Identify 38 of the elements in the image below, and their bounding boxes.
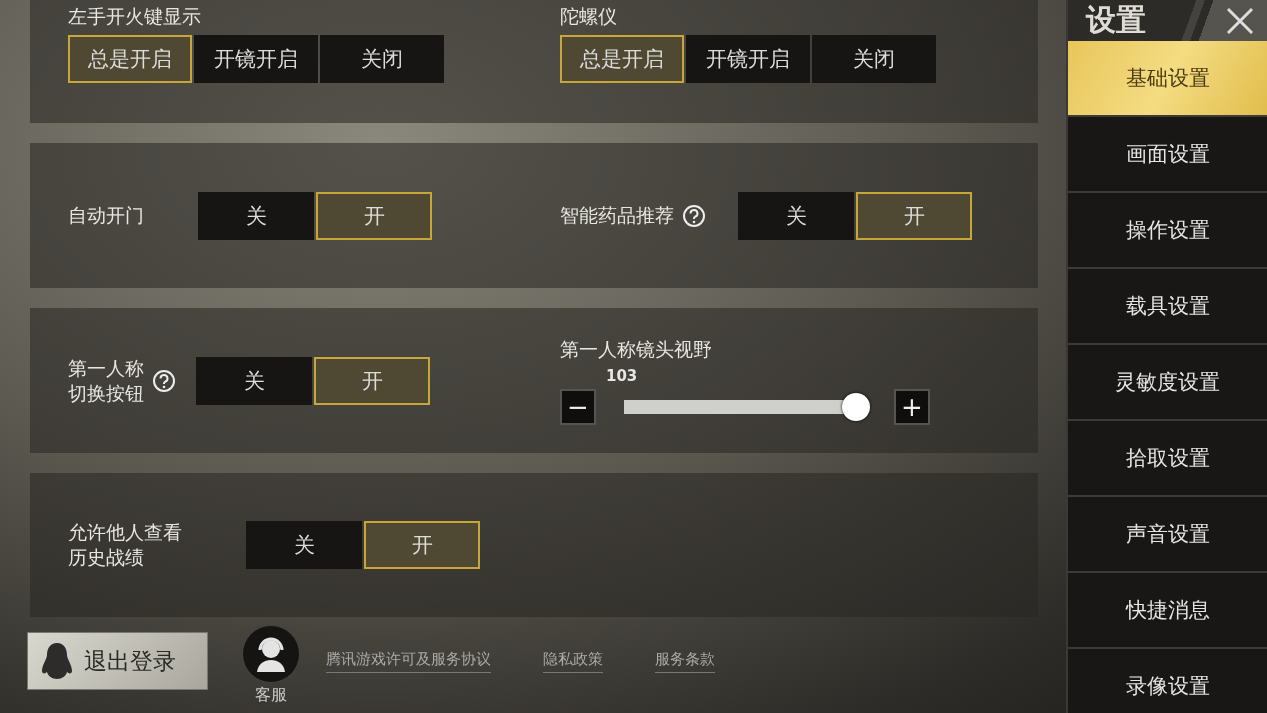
option-button[interactable]: 关 [198,191,314,240]
option-button[interactable]: 开 [364,521,480,569]
penguin-icon [40,641,74,681]
footer-link[interactable]: 腾讯游戏许可及服务协议 [326,649,491,673]
setting-label: 自动开门 [68,203,144,228]
support-label: 客服 [255,684,287,706]
setting-label: 切换按钮 [68,380,144,406]
close-icon[interactable] [1225,5,1255,36]
footer-link[interactable]: 隐私政策 [543,649,603,673]
setting-label: 第一人称 [68,355,144,381]
slider-value: 103 [606,366,639,385]
option-button[interactable]: 开镜开启 [194,34,318,83]
option-button[interactable]: 关 [246,521,362,569]
help-icon[interactable] [682,203,706,228]
sidebar-title: 设置 [1086,1,1147,39]
help-icon[interactable] [152,368,176,393]
sidebar-tab[interactable]: 基础设置 [1068,41,1267,117]
plus-button[interactable]: + [894,388,930,425]
setting-label: 左手开火键显示 [68,4,201,29]
option-button[interactable]: 关闭 [320,34,444,83]
option-button[interactable]: 总是开启 [560,34,684,83]
option-button[interactable]: 关 [196,356,312,405]
slider-thumb[interactable] [842,392,870,421]
setting-label: 历史战绩 [68,545,145,570]
logout-button[interactable]: 退出登录 [27,632,208,690]
minus-button[interactable]: − [560,388,596,425]
footer-link[interactable]: 服务条款 [655,649,715,673]
setting-label: 允许他人查看 [68,520,182,545]
option-button[interactable]: 开 [316,191,432,240]
option-button[interactable]: 开镜开启 [686,34,810,83]
setting-label: 陀螺仪 [560,4,617,29]
option-button[interactable]: 关闭 [812,34,936,83]
setting-label: 第一人称镜头视野 [560,336,713,362]
option-button[interactable]: 开 [314,356,430,405]
option-button[interactable]: 关 [738,191,854,240]
setting-label: 智能药品推荐 [560,203,674,228]
option-button[interactable]: 开 [856,191,972,240]
option-button[interactable]: 总是开启 [68,34,192,83]
